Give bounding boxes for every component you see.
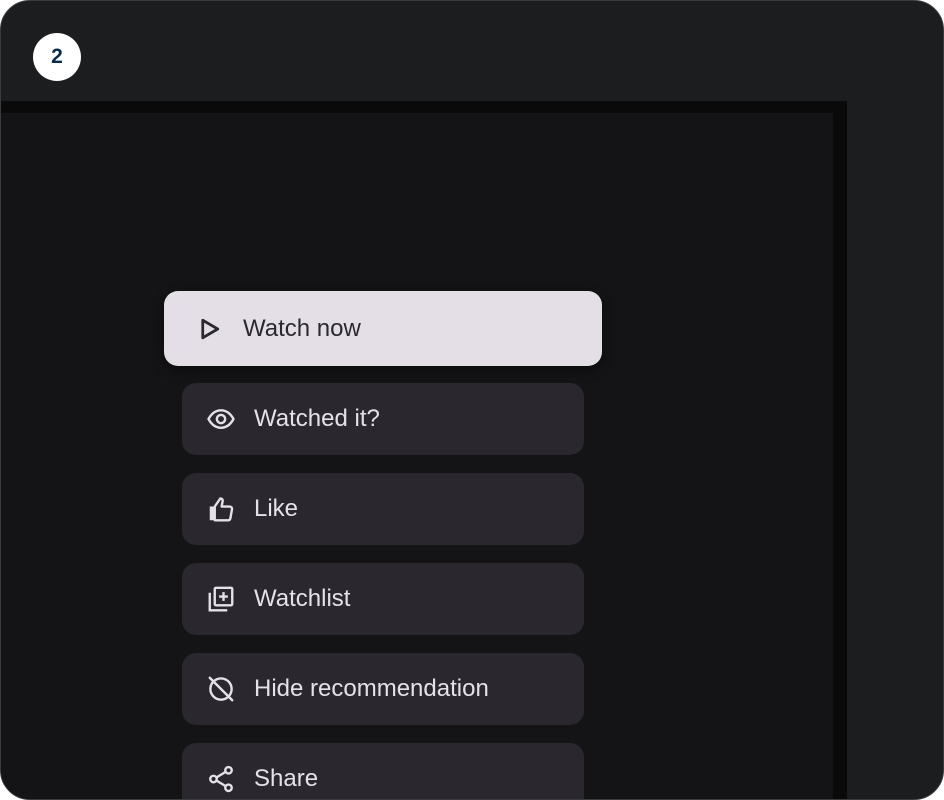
share-icon [206, 764, 236, 794]
device-frame: 2 Watch now Watched it? Like Watchlist H… [0, 0, 944, 800]
hide-recommendation-button[interactable]: Hide recommendation [182, 653, 584, 725]
play-icon [194, 314, 224, 344]
library-add-icon [206, 584, 236, 614]
watch-now-label: Watch now [243, 314, 361, 342]
step-badge: 2 [33, 33, 81, 81]
watchlist-button[interactable]: Watchlist [182, 563, 584, 635]
hide-icon [206, 674, 236, 704]
like-label: Like [254, 495, 299, 522]
thumb-up-icon [206, 494, 236, 524]
watch-now-button[interactable]: Watch now [164, 291, 602, 366]
like-button[interactable]: Like [182, 473, 584, 545]
watched-it-label: Watched it? [254, 405, 380, 432]
watched-it-button[interactable]: Watched it? [182, 383, 584, 455]
share-label: Share [254, 765, 319, 792]
eye-icon [206, 404, 236, 434]
share-button[interactable]: Share [182, 743, 584, 799]
hide-recommendation-label: Hide recommendation [254, 675, 489, 702]
tv-screen: Watch now Watched it? Like Watchlist Hid… [1, 113, 833, 799]
watchlist-label: Watchlist [254, 585, 351, 612]
